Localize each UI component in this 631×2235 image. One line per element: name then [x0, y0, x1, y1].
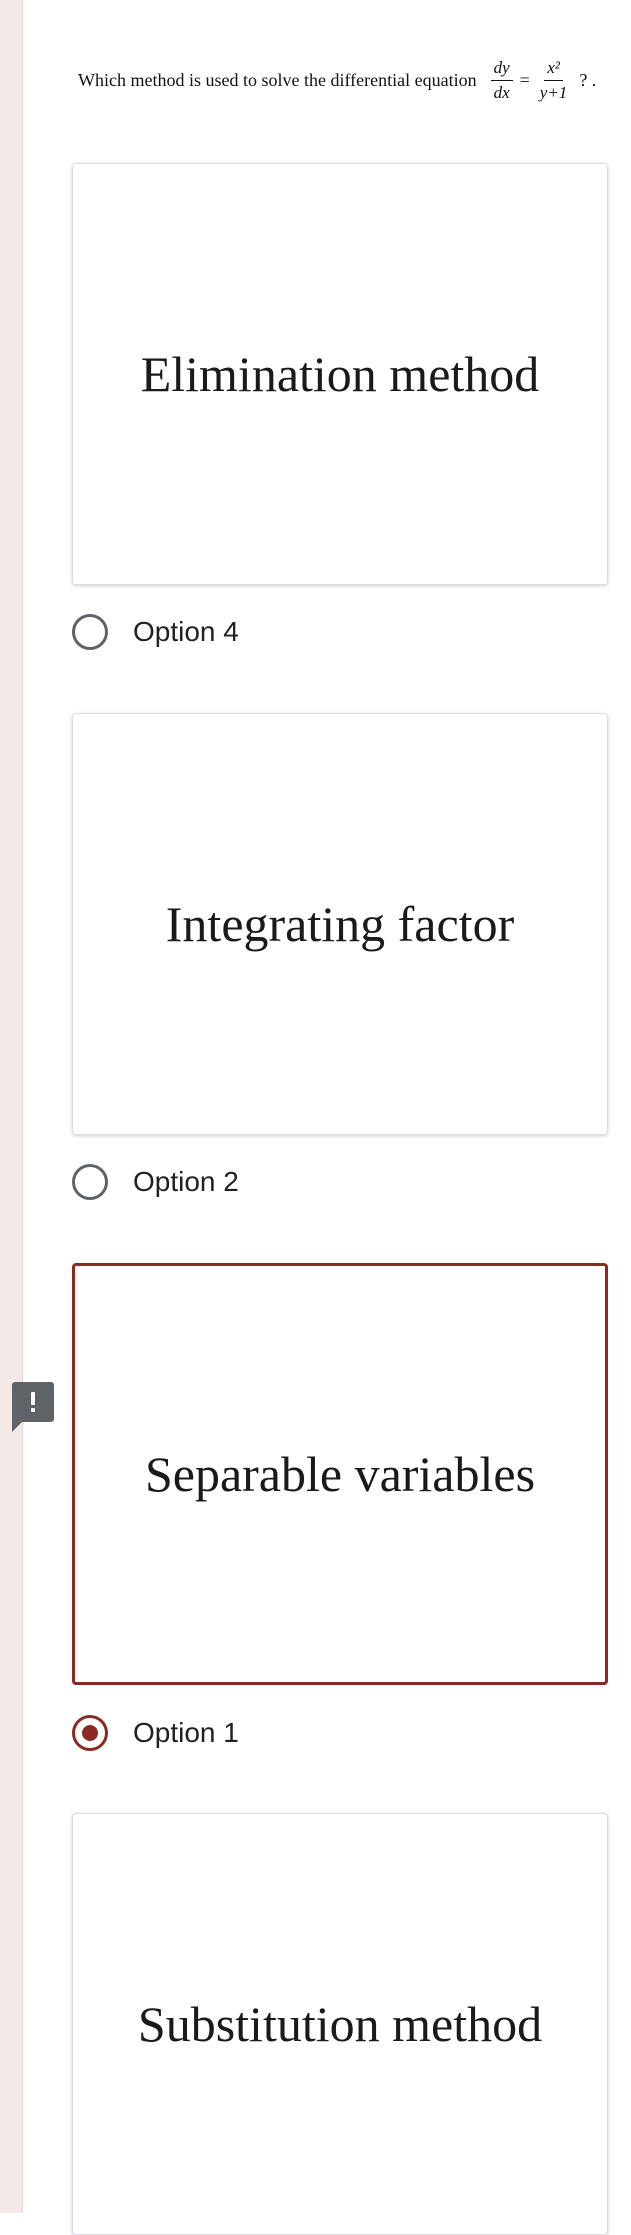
radio-button[interactable] — [72, 1164, 108, 1200]
choice-image-card[interactable]: Integrating factor — [72, 713, 608, 1135]
lhs-fraction: dy dx — [490, 58, 513, 102]
choice-image-text: Integrating factor — [165, 896, 515, 952]
rhs-numerator: x² — [544, 58, 563, 81]
choice-option[interactable]: Option 4 — [72, 610, 239, 654]
option-label: Option 1 — [133, 1717, 239, 1748]
choice-image-text: Substitution method — [137, 1996, 543, 2052]
radio-button-checked[interactable] — [72, 1715, 108, 1751]
lhs-numerator: dy — [490, 58, 513, 81]
choice-image-card[interactable]: Elimination method — [72, 163, 608, 585]
question-trailing: ? . — [579, 69, 597, 90]
choice-image-text: Separable variables — [144, 1446, 536, 1502]
radio-button[interactable] — [72, 614, 108, 650]
choice-option[interactable]: Option 2 — [72, 1160, 239, 1204]
choice-image-card[interactable]: Substitution method — [72, 1813, 608, 2235]
alert-icon — [31, 1392, 35, 1412]
left-rail — [0, 0, 23, 2213]
alert-badge[interactable] — [12, 1382, 54, 1432]
equals-sign: = — [519, 69, 530, 90]
choice-image-card-selected[interactable]: Separable variables — [72, 1263, 608, 1685]
question-prompt: Which method is used to solve the differ… — [78, 69, 477, 90]
rhs-fraction: x² y+1 — [537, 58, 571, 102]
choice-option[interactable]: Option 1 — [72, 1711, 239, 1755]
option-label: Option 4 — [133, 616, 239, 647]
option-label: Option 2 — [133, 1166, 239, 1197]
choice-image-text: Elimination method — [140, 346, 540, 402]
lhs-denominator: dx — [493, 82, 510, 102]
question-text: Which method is used to solve the differ… — [78, 50, 618, 110]
rhs-denominator: y+1 — [539, 82, 568, 102]
